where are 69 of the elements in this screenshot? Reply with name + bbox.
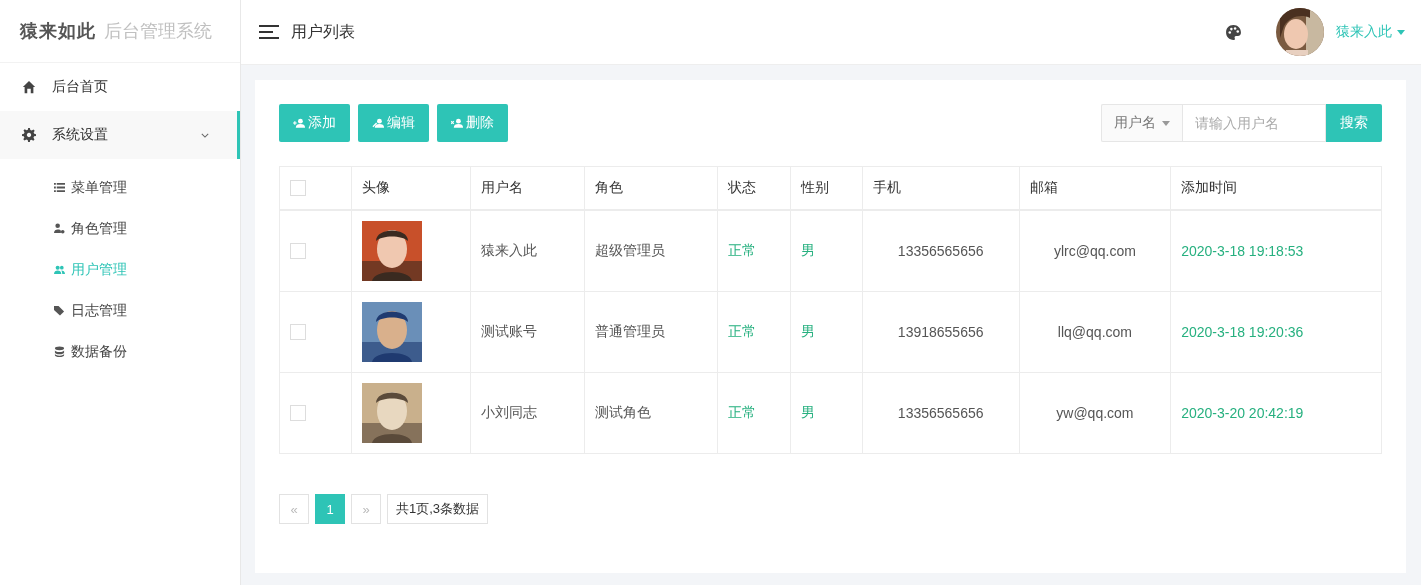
table-cell: llq@qq.com [1019,291,1171,373]
list-icon [54,182,65,193]
sidebar-subitem[interactable]: 角色管理 [0,208,240,249]
sidebar-subitem[interactable]: 数据备份 [0,331,240,372]
page-summary: 共1页,3条数据 [387,494,489,524]
user-icon [293,118,306,128]
table-cell: 男 [790,372,863,454]
user-gear-icon [54,223,65,234]
table-cell: 超级管理员 [584,210,718,292]
menu-icon[interactable] [259,25,279,39]
logo: 猿来如此 [20,20,96,43]
home-icon [22,80,36,94]
sidebar-item[interactable]: 后台首页 [0,63,240,111]
palette-icon[interactable] [1225,23,1242,41]
database-icon [54,346,65,357]
checkbox[interactable] [290,243,306,259]
table-cell: 正常 [718,291,791,373]
users-icon [54,264,65,275]
checkbox[interactable] [290,324,306,340]
tags-icon [54,305,65,316]
edit-button[interactable]: 编辑 [358,104,429,142]
table-cell: 普通管理员 [584,291,718,373]
remove-button[interactable]: 删除 [437,104,508,142]
table-cell: 正常 [718,372,791,454]
next-page-button[interactable]: » [351,494,381,524]
user-menu[interactable]: 猿来入此 [1336,23,1405,41]
sidebar-subitem[interactable]: 用户管理 [0,249,240,290]
table-cell: ylrc@qq.com [1019,210,1171,292]
table-cell: 13918655656 [862,291,1020,373]
checkbox[interactable] [290,405,306,421]
checkbox[interactable] [290,180,306,196]
user-icon [372,118,385,128]
table-cell: 男 [790,291,863,373]
sidebar-subitem[interactable]: 日志管理 [0,290,240,331]
field-select[interactable]: 用户名 [1101,104,1182,142]
column-header: 状态 [718,166,791,210]
table-cell: yw@qq.com [1019,372,1171,454]
page-title: 用户列表 [291,21,355,42]
caret-icon [1397,29,1405,35]
table-cell: 13356565656 [862,210,1020,292]
column-header: 头像 [351,166,471,210]
column-header: 性别 [790,166,863,210]
search-button[interactable]: 搜索 [1326,104,1382,142]
table-cell: 正常 [718,210,791,292]
settings-icon [22,128,36,142]
system-name: 后台管理系统 [104,20,212,43]
add-button[interactable]: 添加 [279,104,350,142]
search-field[interactable]: 请输入用户名 [1182,104,1326,142]
sidebar-subitem[interactable]: 菜单管理 [0,167,240,208]
table-cell: 13356565656 [862,372,1020,454]
table-cell: 测试角色 [584,372,718,454]
caret-icon [1162,120,1170,126]
chevron-icon [201,132,209,138]
table-cell: 2020-3-18 19:18:53 [1170,210,1382,292]
table-cell: 男 [790,210,863,292]
sidebar-item[interactable]: 系统设置 [0,111,240,159]
column-header: 角色 [584,166,718,210]
table-cell: 小刘同志 [470,372,585,454]
column-header: 邮箱 [1019,166,1171,210]
column-header: 添加时间 [1170,166,1382,210]
table-cell: 2020-3-20 20:42:19 [1170,372,1382,454]
table-cell: 测试账号 [470,291,585,373]
table-cell: 猿来入此 [470,210,585,292]
column-header: 手机 [862,166,1020,210]
user-icon [451,118,464,128]
page-button[interactable]: 1 [315,494,345,524]
column-header: 用户名 [470,166,585,210]
previous-page-button[interactable]: « [279,494,309,524]
table-cell: 2020-3-18 19:20:36 [1170,291,1382,373]
